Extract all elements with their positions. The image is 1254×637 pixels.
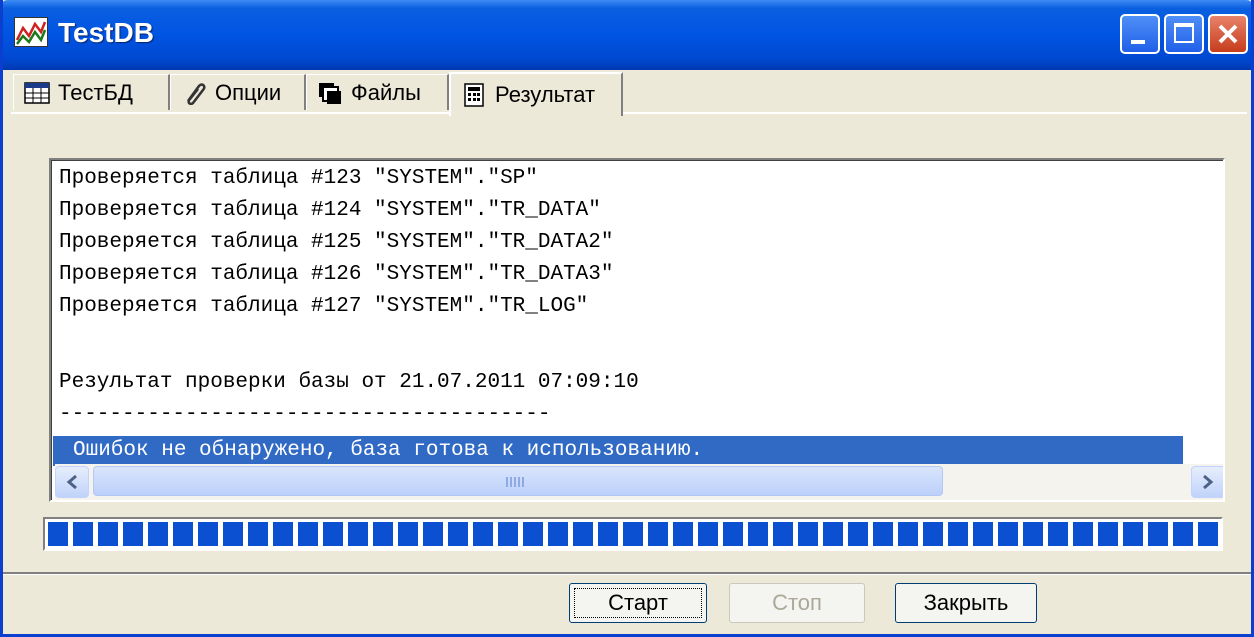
tab-label: Файлы <box>351 79 421 105</box>
tab-label: Результат <box>495 82 596 107</box>
report-icon <box>464 83 484 107</box>
scroll-right-button[interactable] <box>1191 466 1223 498</box>
horizontal-scrollbar[interactable] <box>55 464 1223 500</box>
app-chart-icon <box>14 17 48 47</box>
stop-button[interactable]: Стоп <box>729 583 865 623</box>
log-line: Проверяется таблица #123 "SYSTEM"."SP" <box>59 167 538 190</box>
tab-label: Опции <box>215 79 282 105</box>
log-line: Проверяется таблица #125 "SYSTEM"."TR_DA… <box>59 231 614 254</box>
progress-bar <box>43 517 1223 551</box>
result-log[interactable]: Проверяется таблица #123 "SYSTEM"."SP" П… <box>49 158 1225 502</box>
title-bar[interactable]: TestDB <box>3 0 1251 70</box>
start-button[interactable]: Старт <box>569 583 707 623</box>
close-button[interactable]: Закрыть <box>895 583 1037 623</box>
log-line: Проверяется таблица #127 "SYSTEM"."TR_LO… <box>59 295 589 318</box>
tab-options[interactable]: Опции <box>170 74 306 110</box>
bottom-divider <box>3 572 1251 575</box>
chevron-left-icon <box>66 474 77 490</box>
tab-testbd[interactable]: ТестБД <box>13 74 170 110</box>
tab-result[interactable]: Результат <box>449 72 623 116</box>
log-line: --------------------------------------- <box>59 403 551 426</box>
chevron-right-icon <box>1203 474 1214 490</box>
log-line: Проверяется таблица #124 "SYSTEM"."TR_DA… <box>59 199 601 222</box>
horizontal-scroll-thumb[interactable] <box>93 466 943 496</box>
scroll-left-button[interactable] <box>55 466 89 498</box>
tab-files[interactable]: Файлы <box>306 74 449 110</box>
close-icon <box>1218 24 1238 44</box>
close-window-button[interactable] <box>1208 14 1248 54</box>
log-line: Проверяется таблица #126 "SYSTEM"."TR_DA… <box>59 263 614 286</box>
tab-label: ТестБД <box>58 79 133 105</box>
maximize-button[interactable] <box>1164 14 1204 54</box>
files-icon <box>319 82 341 104</box>
table-icon <box>24 81 50 104</box>
progress-fill <box>48 522 1218 546</box>
tab-divider <box>11 112 1247 114</box>
window-title: TestDB <box>58 17 154 48</box>
log-line: Результат проверки базы от 21.07.2011 07… <box>59 371 639 394</box>
minimize-button[interactable] <box>1120 14 1160 54</box>
grip-icon <box>506 477 524 487</box>
paperclip-icon <box>186 82 206 105</box>
testdb-window: TestDB ТестБД Опции Файлы Результат Пров… <box>0 0 1254 637</box>
log-line-selected[interactable]: Ошибок не обнаружено, база готова к испо… <box>53 436 1183 466</box>
